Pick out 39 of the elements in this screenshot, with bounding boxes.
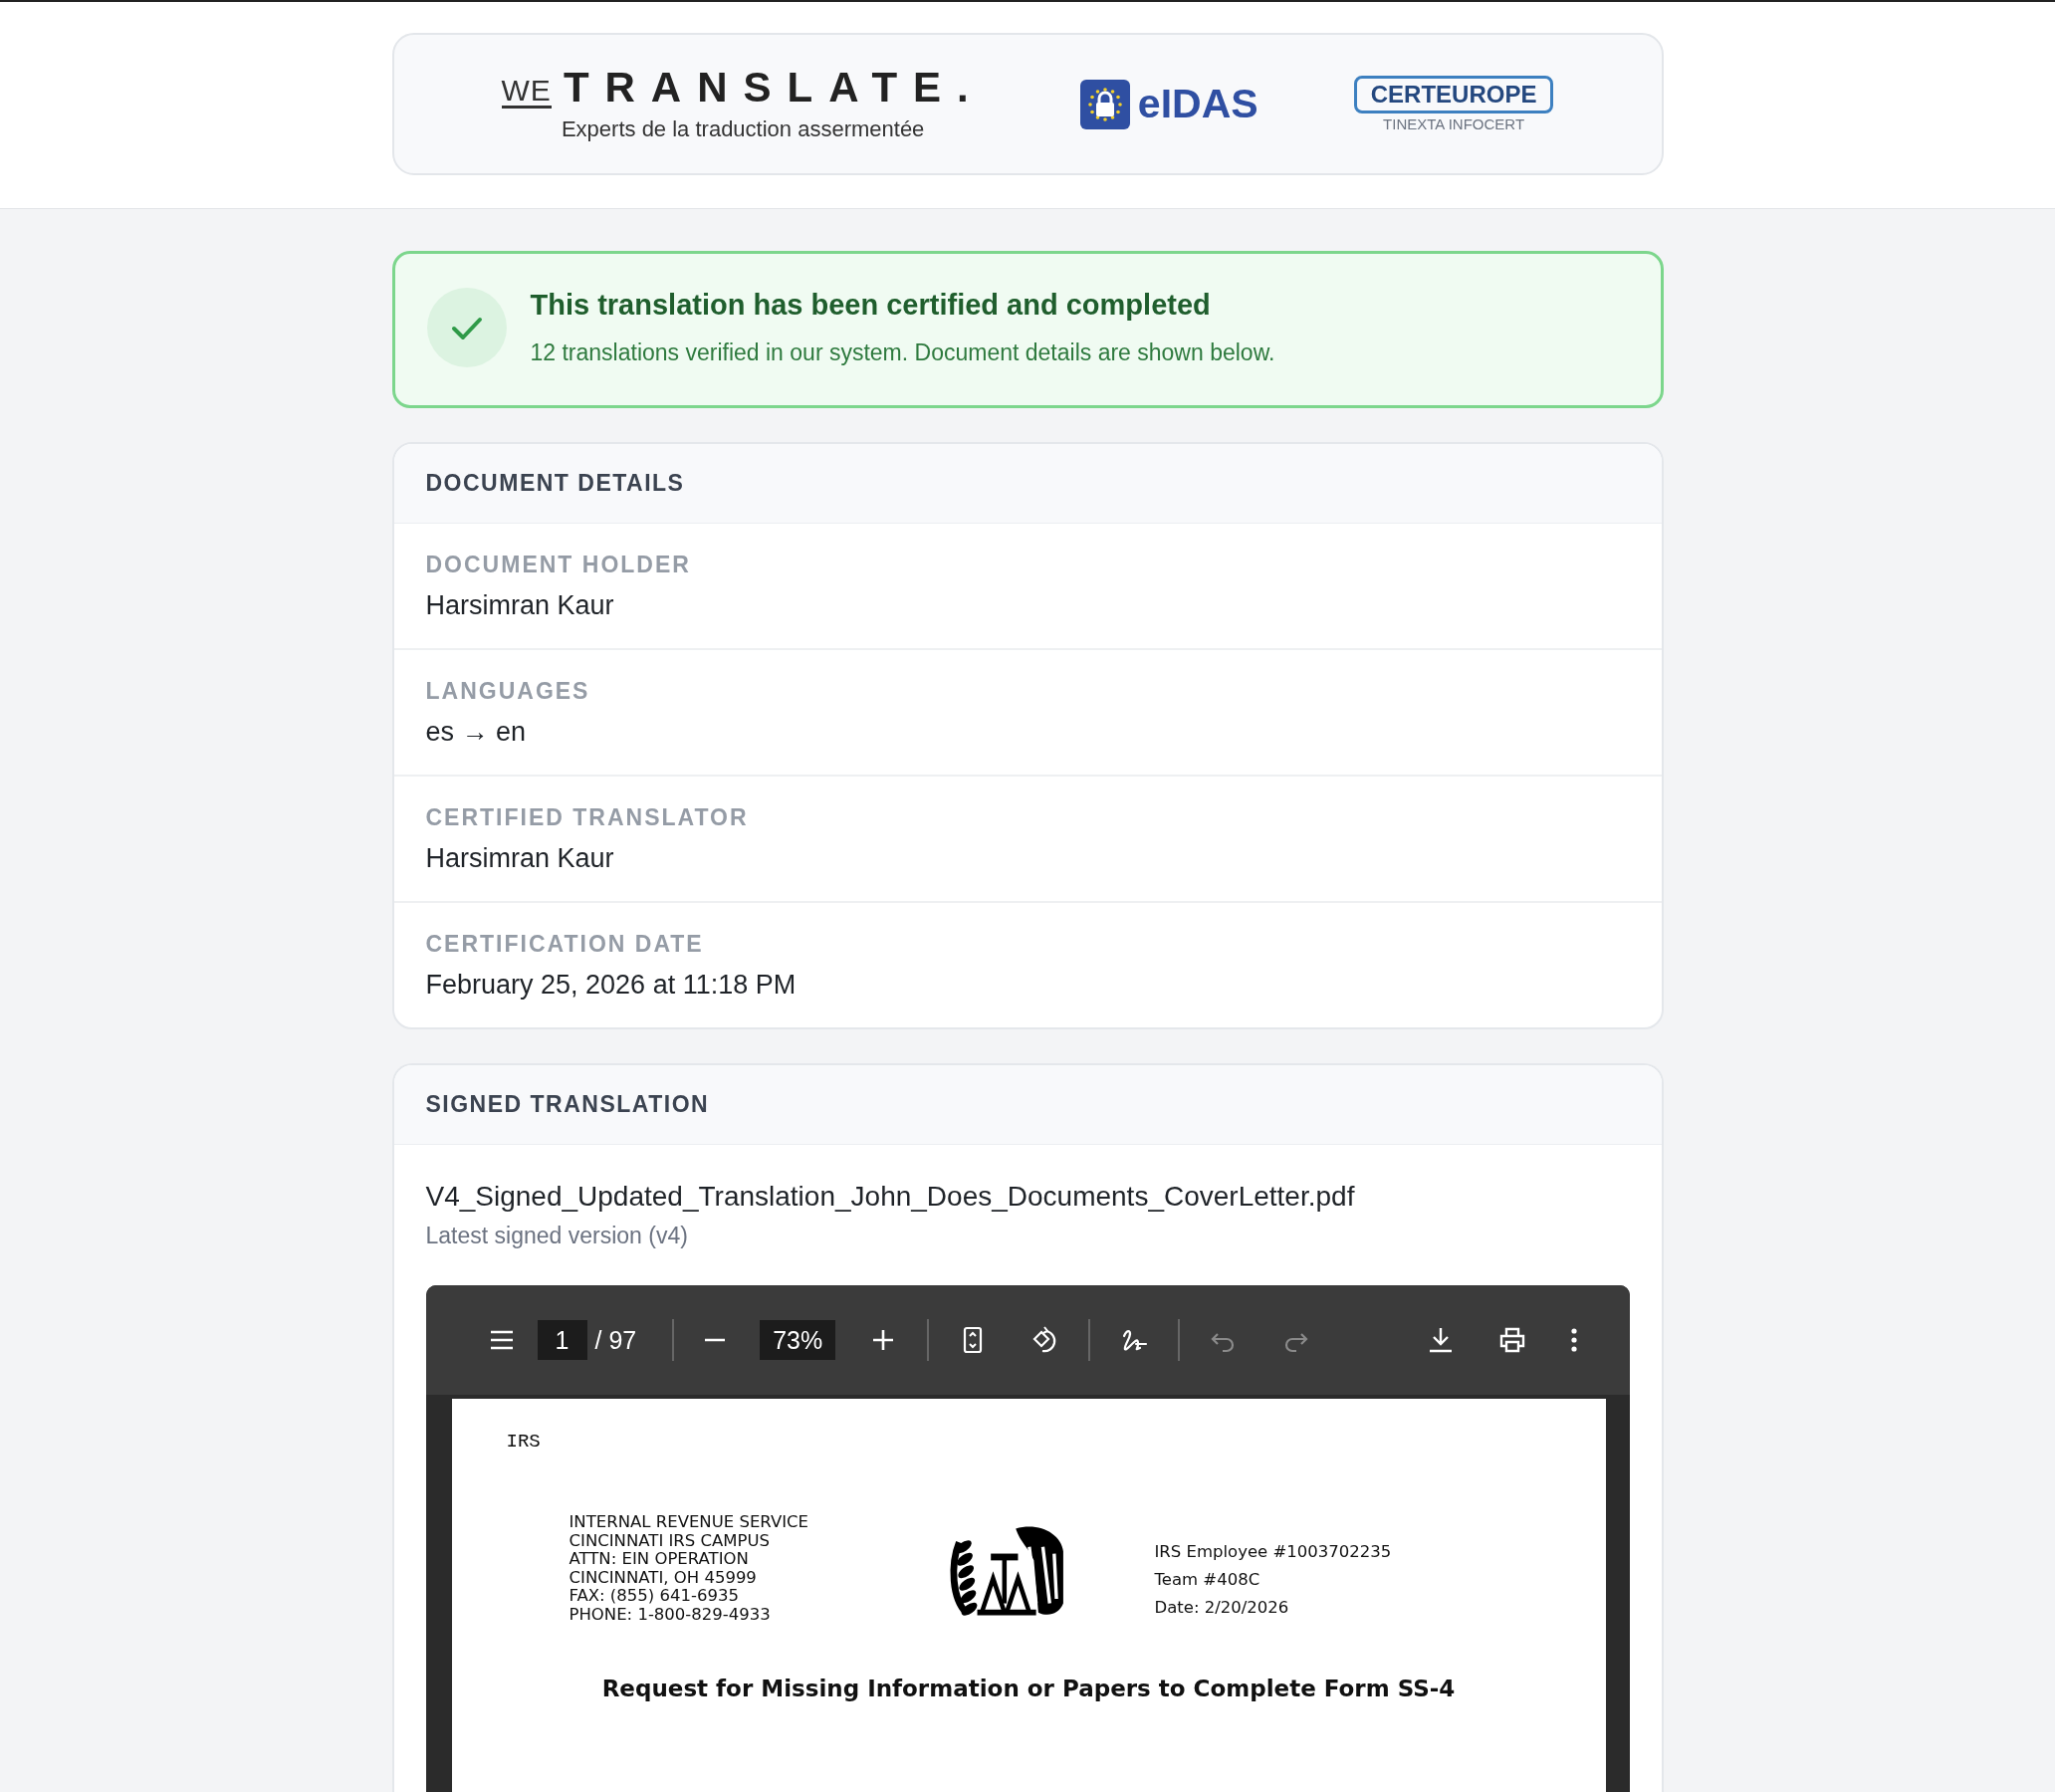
address-line: INTERNAL REVENUE SERVICE — [569, 1513, 808, 1532]
logo-wordmark: CERTEUROPE — [1353, 76, 1554, 113]
address-line: CINCINNATI, OH 45999 — [569, 1568, 758, 1587]
print-icon — [1497, 1326, 1526, 1354]
field-value: Harsimran Kaur — [425, 843, 615, 874]
logo-tagline: Experts de la traduction assermentée — [561, 115, 925, 142]
field-label: CERTIFICATION DATE — [425, 931, 705, 958]
card-title: DOCUMENT DETAILS — [393, 444, 1662, 524]
reference-line: Team #408C — [1154, 1569, 1261, 1591]
letterhead: IRS — [506, 1431, 541, 1453]
file-name: V4_Signed_Updated_Translation_John_Does_Documents_CoverLetter.pdf — [425, 1181, 1356, 1213]
logo-wordmark: eIDAS — [1137, 81, 1258, 127]
document-heading: Request for Missing Information or Papers to Complete Form SS-4 — [600, 1676, 1457, 1701]
logo-tagline: TINEXTA INFOCERT — [1383, 115, 1525, 132]
field-label: CERTIFIED TRANSLATOR — [425, 804, 750, 831]
page-number-field[interactable]: 1 — [537, 1320, 587, 1360]
address-line: ATTN: EIN OPERATION — [569, 1550, 750, 1569]
field-label: LANGUAGES — [425, 678, 591, 705]
field-value: February 25, 2026 at 11:18 PM — [425, 970, 798, 1001]
eu-padlock-icon — [1079, 79, 1130, 129]
zoom-field[interactable]: 73% — [760, 1320, 836, 1360]
logo-mark: WE — [501, 75, 552, 109]
address-line: CINCINNATI IRS CAMPUS — [569, 1531, 772, 1550]
field-label: DOCUMENT HOLDER — [425, 552, 692, 578]
reference-line: IRS Employee #1003702235 — [1154, 1541, 1392, 1563]
more-icon — [1569, 1327, 1578, 1353]
check-icon — [426, 288, 507, 367]
address-line: PHONE: 1-800-829-4933 — [569, 1605, 772, 1624]
address-line: FAX: (855) 641-6935 — [569, 1587, 740, 1606]
field-value: es → en — [425, 717, 528, 748]
page-count: / 97 — [594, 1325, 637, 1355]
minus-icon — [704, 1338, 727, 1342]
version-note: Latest signed version (v4) — [425, 1223, 689, 1249]
logo-wordmark: TRANSLATE. — [563, 66, 985, 109]
banner-title: This translation has been certified and completed — [530, 289, 1212, 322]
banner-message: 12 translations verified in our system. Document details are shown below. — [530, 339, 1275, 366]
field-value: Harsimran Kaur — [425, 590, 615, 621]
reference-line: Date: 2/20/2026 — [1154, 1597, 1290, 1619]
card-title: SIGNED TRANSLATION — [393, 1065, 1662, 1145]
